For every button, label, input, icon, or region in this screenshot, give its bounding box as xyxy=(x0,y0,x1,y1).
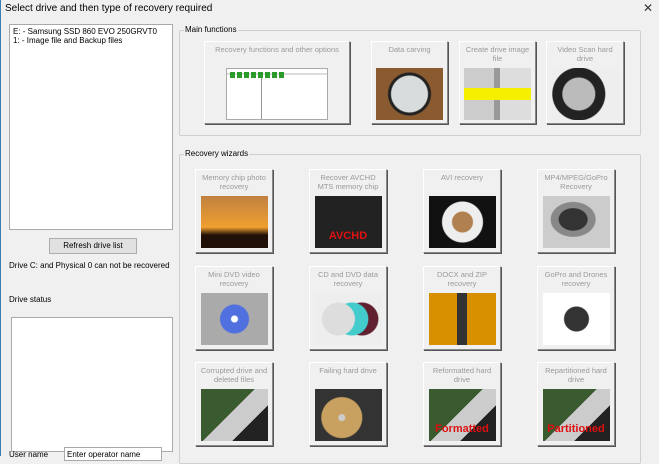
drive-item[interactable]: 1: - Image file and Backup files xyxy=(13,36,169,45)
window-title: Select drive and then type of recovery r… xyxy=(5,3,213,14)
docx-zip-image xyxy=(428,293,496,345)
hard-drive-image xyxy=(551,68,619,120)
drive-list[interactable]: E: - Samsung SSD 860 EVO 250GRVT0 1: - I… xyxy=(9,24,173,230)
refresh-drive-list-button[interactable]: Refresh drive list xyxy=(49,238,137,254)
cd-dvd-image xyxy=(314,293,382,345)
corrupted-drive-button[interactable]: Corrupted drive and deleted files xyxy=(195,362,273,446)
drive-copy-image xyxy=(464,68,531,120)
mp4-mpeg-gopro-image xyxy=(542,196,610,248)
tile-label: Mini DVD video recovery xyxy=(208,270,260,288)
plate-image xyxy=(376,68,443,120)
reformatted-drive-image: Formatted xyxy=(428,389,496,441)
memory-chip-photo-image xyxy=(200,196,268,248)
avchd-mts-image: AVCHD xyxy=(314,196,382,248)
reformatted-drive-button[interactable]: Reformatted hard drive Formatted xyxy=(423,362,501,446)
tile-label: GoPro and Drones recovery xyxy=(544,270,608,288)
gopro-drones-image xyxy=(542,293,610,345)
user-name-label: User name xyxy=(9,450,49,459)
tile-label: Memory chip photo recovery xyxy=(202,173,266,191)
avi-button[interactable]: AVI recovery xyxy=(423,169,501,253)
corrupted-drive-image xyxy=(200,389,268,441)
mini-dvd-button[interactable]: Mini DVD video recovery xyxy=(195,266,273,350)
memory-chip-photo-button[interactable]: Memory chip photo recovery xyxy=(195,169,273,253)
docx-zip-button[interactable]: DOCX and ZIP recovery xyxy=(423,266,501,350)
repartitioned-drive-button[interactable]: Repartitioned hard drive Partitioned xyxy=(537,362,615,446)
cd-dvd-button[interactable]: CD and DVD data recovery xyxy=(309,266,387,350)
tile-label: Create drive image file xyxy=(465,45,530,63)
failing-drive-button[interactable]: Failing hard drive xyxy=(309,362,387,446)
drive-status-box xyxy=(11,317,173,452)
image-overlay-text: Partitioned xyxy=(547,423,605,435)
data-carving-button[interactable]: Data carving xyxy=(371,41,448,124)
tile-label: Reformatted hard drive xyxy=(432,366,492,384)
gopro-drones-button[interactable]: GoPro and Drones recovery xyxy=(537,266,615,350)
user-name-input[interactable] xyxy=(64,447,162,461)
tile-label: Video Scan hard drive xyxy=(557,45,613,63)
tile-label: MP4/MPEG/GoPro Recovery xyxy=(544,173,608,191)
close-icon[interactable]: ✕ xyxy=(643,1,653,15)
tile-label: Corrupted drive and deleted files xyxy=(200,366,268,384)
image-overlay-text: Formatted xyxy=(435,423,489,435)
failing-drive-image xyxy=(314,389,382,441)
tile-label: DOCX and ZIP recovery xyxy=(436,270,488,288)
recovery-wizards-label: Recovery wizards xyxy=(184,149,250,158)
repartitioned-drive-image: Partitioned xyxy=(542,389,610,441)
avchd-mts-button[interactable]: Recover AVCHD MTS memory chip AVCHD xyxy=(309,169,387,253)
tile-label: Repartitioned hard drive xyxy=(545,366,607,384)
drive-status-label: Drive status xyxy=(9,295,52,304)
tile-label: AVI recovery xyxy=(440,173,484,182)
tile-label: CD and DVD data recovery xyxy=(317,270,379,288)
video-scan-button[interactable]: Video Scan hard drive xyxy=(546,41,624,124)
create-drive-image-button[interactable]: Create drive image file xyxy=(459,41,536,124)
tile-label: Recovery functions and other options xyxy=(215,45,339,54)
tile-label: Recover AVCHD MTS memory chip xyxy=(317,173,379,191)
drive-item[interactable]: E: - Samsung SSD 860 EVO 250GRVT0 xyxy=(13,27,169,36)
mp4-mpeg-gopro-button[interactable]: MP4/MPEG/GoPro Recovery xyxy=(537,169,615,253)
mini-dvd-image xyxy=(200,293,268,345)
image-overlay-text: AVCHD xyxy=(328,230,368,242)
avi-image xyxy=(428,196,496,248)
app-screenshot-image xyxy=(226,68,328,120)
recovery-functions-button[interactable]: Recovery functions and other options xyxy=(204,41,350,124)
tile-label: Data carving xyxy=(388,45,431,54)
tile-label: Failing hard drive xyxy=(319,366,377,375)
main-functions-label: Main functions xyxy=(184,25,238,34)
drive-warning: Drive C: and Physical 0 can not be recov… xyxy=(9,261,170,270)
